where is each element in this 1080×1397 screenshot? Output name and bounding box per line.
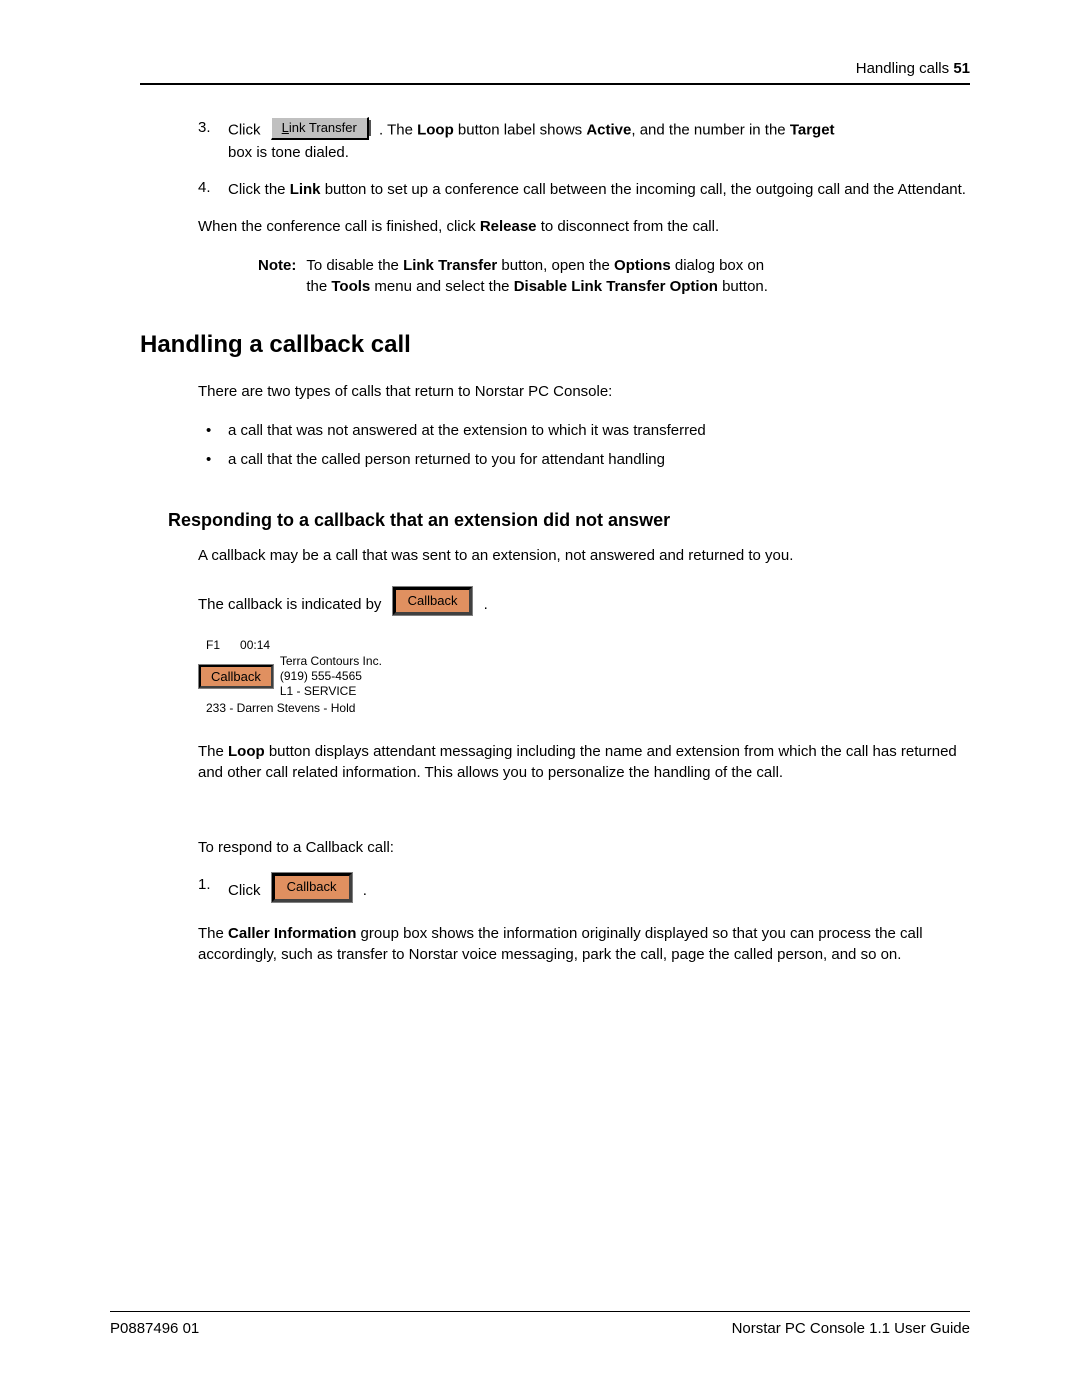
loop-phone: (919) 555-4565 xyxy=(280,669,382,684)
callback-button[interactable]: Callback xyxy=(272,873,352,901)
footer-doc-id: P0887496 01 xyxy=(110,1320,199,1337)
running-header: Handling calls 51 xyxy=(140,60,970,83)
note-block: Note: To disable the Link Transfer butto… xyxy=(258,255,778,297)
loop-status: 233 - Darren Stevens - Hold xyxy=(198,701,458,715)
callback-types-list: a call that was not answered at the exte… xyxy=(198,420,970,470)
list-item: a call that the called person returned t… xyxy=(198,449,970,470)
loop-company: Terra Contours Inc. xyxy=(280,654,382,669)
footer-rule xyxy=(110,1311,970,1312)
loop-line: L1 - SERVICE xyxy=(280,684,382,699)
respond-steps-list: 1. Click Callback . xyxy=(198,876,970,906)
respond-step-1: 1. Click Callback . xyxy=(198,876,970,906)
caller-info-paragraph: The Caller Information group box shows t… xyxy=(198,923,970,965)
intro-paragraph: There are two types of calls that return… xyxy=(198,381,970,402)
step-3: 3. Click Link Transfer . The Loop button… xyxy=(198,119,970,163)
page-footer: P0887496 01 Norstar PC Console 1.1 User … xyxy=(110,1311,970,1337)
page-number: 51 xyxy=(953,60,970,77)
callback-indicated-line: The callback is indicated by Callback . xyxy=(198,590,970,620)
list-item: a call that was not answered at the exte… xyxy=(198,420,970,441)
loop-fkey: F1 xyxy=(206,638,220,652)
loop-button-example: F1 00:14 Callback Terra Contours Inc. (9… xyxy=(198,638,458,715)
loop-caller-info: Terra Contours Inc. (919) 555-4565 L1 - … xyxy=(280,654,382,699)
running-header-section: Handling calls xyxy=(856,60,949,77)
respond-intro: To respond to a Callback call: xyxy=(198,837,970,858)
section-heading: Handling a callback call xyxy=(140,331,970,359)
loop-timer: 00:14 xyxy=(240,638,270,652)
step-4: 4. Click the Link button to set up a con… xyxy=(198,179,970,200)
note-text: To disable the Link Transfer button, ope… xyxy=(306,255,778,297)
subsection-heading: Responding to a callback that an extensi… xyxy=(168,510,970,531)
step-marker: 3. xyxy=(198,119,211,136)
link-transfer-button[interactable]: Link Transfer xyxy=(271,117,369,140)
continued-steps-list: 3. Click Link Transfer . The Loop button… xyxy=(198,119,970,200)
loop-description: The Loop button displays attendant messa… xyxy=(198,741,970,783)
note-label: Note: xyxy=(258,257,296,274)
callback-description: A callback may be a call that was sent t… xyxy=(198,545,970,566)
step-marker: 1. xyxy=(198,876,211,893)
release-paragraph: When the conference call is finished, cl… xyxy=(198,216,970,237)
step-marker: 4. xyxy=(198,179,211,196)
header-rule xyxy=(140,83,970,85)
callback-indicator-button[interactable]: Callback xyxy=(393,587,473,615)
footer-doc-title: Norstar PC Console 1.1 User Guide xyxy=(732,1320,970,1337)
loop-callback-button[interactable]: Callback xyxy=(199,665,273,688)
